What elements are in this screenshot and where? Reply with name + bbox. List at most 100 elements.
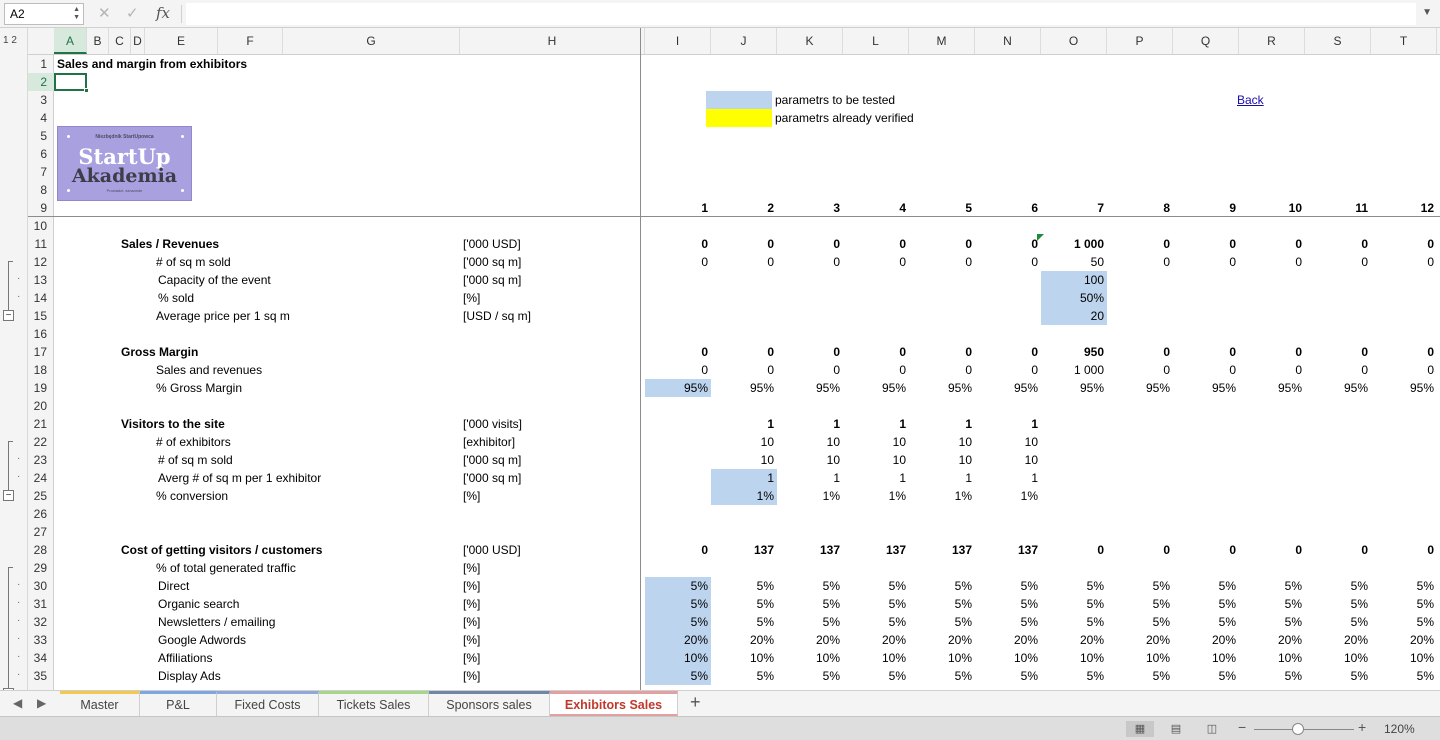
value-cell[interactable]: 0 bbox=[909, 343, 975, 361]
value-cell[interactable]: 10 bbox=[975, 451, 1041, 469]
value-cell[interactable]: 1 bbox=[777, 415, 843, 433]
row-header-7[interactable]: 7 bbox=[28, 163, 54, 181]
comment-indicator-icon[interactable] bbox=[1037, 234, 1044, 241]
name-box[interactable]: A2 ▲ ▼ bbox=[4, 3, 84, 25]
period-number[interactable]: 5 bbox=[909, 199, 975, 217]
next-sheet-icon[interactable]: ▶ bbox=[37, 696, 46, 710]
row-unit[interactable]: [%] bbox=[463, 577, 480, 595]
value-cell[interactable]: 0 bbox=[645, 235, 711, 253]
row-label[interactable]: Google Adwords bbox=[158, 631, 246, 649]
value-cell[interactable]: 10% bbox=[777, 649, 843, 667]
value-cell[interactable]: 10 bbox=[909, 433, 975, 451]
column-header-l[interactable]: L bbox=[843, 28, 909, 54]
value-cell[interactable]: 0 bbox=[777, 253, 843, 271]
value-cell[interactable]: 1% bbox=[975, 487, 1041, 505]
column-header-k[interactable]: K bbox=[777, 28, 843, 54]
value-cell[interactable]: 0 bbox=[1305, 235, 1371, 253]
formula-input[interactable] bbox=[186, 3, 1416, 25]
row-header-19[interactable]: 19 bbox=[28, 379, 54, 397]
value-cell[interactable]: 20% bbox=[909, 631, 975, 649]
row-label[interactable]: Average price per 1 sq m bbox=[156, 307, 290, 325]
zoom-in-button[interactable]: + bbox=[1358, 719, 1366, 735]
value-cell[interactable]: 50 bbox=[1041, 253, 1107, 271]
value-cell[interactable]: 10% bbox=[1107, 649, 1173, 667]
value-cell[interactable]: 0 bbox=[1239, 361, 1305, 379]
period-number[interactable]: 9 bbox=[1173, 199, 1239, 217]
column-header-f[interactable]: F bbox=[218, 28, 283, 54]
value-cell[interactable]: 0 bbox=[975, 253, 1041, 271]
value-cell[interactable]: 0 bbox=[1107, 253, 1173, 271]
value-cell[interactable]: 0 bbox=[843, 361, 909, 379]
value-cell[interactable]: 5% bbox=[975, 595, 1041, 613]
value-cell[interactable]: 10% bbox=[711, 649, 777, 667]
row-header-17[interactable]: 17 bbox=[28, 343, 54, 361]
row-label[interactable]: Sales / Revenues bbox=[121, 235, 219, 253]
back-link[interactable]: Back bbox=[1237, 91, 1264, 109]
row-label[interactable]: Display Ads bbox=[158, 667, 221, 685]
row-header-6[interactable]: 6 bbox=[28, 145, 54, 163]
value-cell[interactable]: 10% bbox=[1239, 649, 1305, 667]
column-header-e[interactable]: E bbox=[145, 28, 218, 54]
value-cell[interactable]: 137 bbox=[777, 541, 843, 559]
value-cell[interactable]: 20% bbox=[1371, 631, 1437, 649]
value-cell[interactable]: 50% bbox=[1041, 289, 1107, 307]
fill-handle[interactable] bbox=[84, 88, 89, 93]
value-cell[interactable]: 0 bbox=[909, 361, 975, 379]
value-cell[interactable]: 95% bbox=[1173, 379, 1239, 397]
value-cell[interactable]: 0 bbox=[843, 343, 909, 361]
row-header-3[interactable]: 3 bbox=[28, 91, 54, 109]
column-header-s[interactable]: S bbox=[1305, 28, 1371, 54]
column-header-i[interactable]: I bbox=[645, 28, 711, 54]
outline-collapse-button[interactable]: − bbox=[3, 490, 14, 501]
row-unit[interactable]: [exhibitor] bbox=[463, 433, 515, 451]
column-header-r[interactable]: R bbox=[1239, 28, 1305, 54]
value-cell[interactable]: 95% bbox=[909, 379, 975, 397]
value-cell[interactable]: 1 bbox=[843, 415, 909, 433]
column-header-o[interactable]: O bbox=[1041, 28, 1107, 54]
value-cell[interactable]: 5% bbox=[909, 595, 975, 613]
period-number[interactable]: 12 bbox=[1371, 199, 1437, 217]
row-header-24[interactable]: 24 bbox=[28, 469, 54, 487]
value-cell[interactable]: 10 bbox=[777, 451, 843, 469]
value-cell[interactable]: 5% bbox=[843, 613, 909, 631]
value-cell[interactable]: 5% bbox=[711, 667, 777, 685]
value-cell[interactable]: 5% bbox=[1305, 613, 1371, 631]
value-cell[interactable]: 137 bbox=[711, 541, 777, 559]
value-cell[interactable]: 950 bbox=[1041, 343, 1107, 361]
value-cell[interactable]: 95% bbox=[975, 379, 1041, 397]
value-cell[interactable]: 0 bbox=[1107, 541, 1173, 559]
value-cell[interactable]: 20% bbox=[1041, 631, 1107, 649]
row-header-8[interactable]: 8 bbox=[28, 181, 54, 199]
row-header-15[interactable]: 15 bbox=[28, 307, 54, 325]
value-cell[interactable]: 100 bbox=[1041, 271, 1107, 289]
value-cell[interactable]: 137 bbox=[975, 541, 1041, 559]
value-cell[interactable]: 5% bbox=[1173, 667, 1239, 685]
zoom-slider[interactable] bbox=[1254, 729, 1354, 730]
value-cell[interactable]: 0 bbox=[1107, 235, 1173, 253]
row-header-18[interactable]: 18 bbox=[28, 361, 54, 379]
sheet-tab[interactable]: Tickets Sales bbox=[319, 691, 429, 716]
legend-swatch-tested[interactable] bbox=[706, 91, 772, 109]
row-header-26[interactable]: 26 bbox=[28, 505, 54, 523]
value-cell[interactable]: 1 bbox=[909, 469, 975, 487]
value-cell[interactable]: 1 000 bbox=[1041, 235, 1107, 253]
value-cell[interactable]: 95% bbox=[777, 379, 843, 397]
row-label[interactable]: Cost of getting visitors / customers bbox=[121, 541, 322, 559]
add-sheet-button[interactable]: + bbox=[690, 692, 701, 713]
value-cell[interactable]: 137 bbox=[843, 541, 909, 559]
value-cell[interactable]: 5% bbox=[777, 577, 843, 595]
row-label[interactable]: # of sq m sold bbox=[158, 451, 233, 469]
value-cell[interactable]: 10 bbox=[711, 433, 777, 451]
value-cell[interactable]: 95% bbox=[645, 379, 711, 397]
value-cell[interactable]: 0 bbox=[711, 361, 777, 379]
value-cell[interactable]: 0 bbox=[777, 235, 843, 253]
value-cell[interactable]: 0 bbox=[843, 235, 909, 253]
value-cell[interactable]: 0 bbox=[1371, 235, 1437, 253]
value-cell[interactable]: 0 bbox=[1173, 253, 1239, 271]
value-cell[interactable]: 0 bbox=[975, 361, 1041, 379]
sheet-title[interactable]: Sales and margin from exhibitors bbox=[57, 55, 247, 73]
row-header-23[interactable]: 23 bbox=[28, 451, 54, 469]
value-cell[interactable]: 1 bbox=[975, 469, 1041, 487]
value-cell[interactable]: 5% bbox=[711, 613, 777, 631]
period-number[interactable]: 4 bbox=[843, 199, 909, 217]
